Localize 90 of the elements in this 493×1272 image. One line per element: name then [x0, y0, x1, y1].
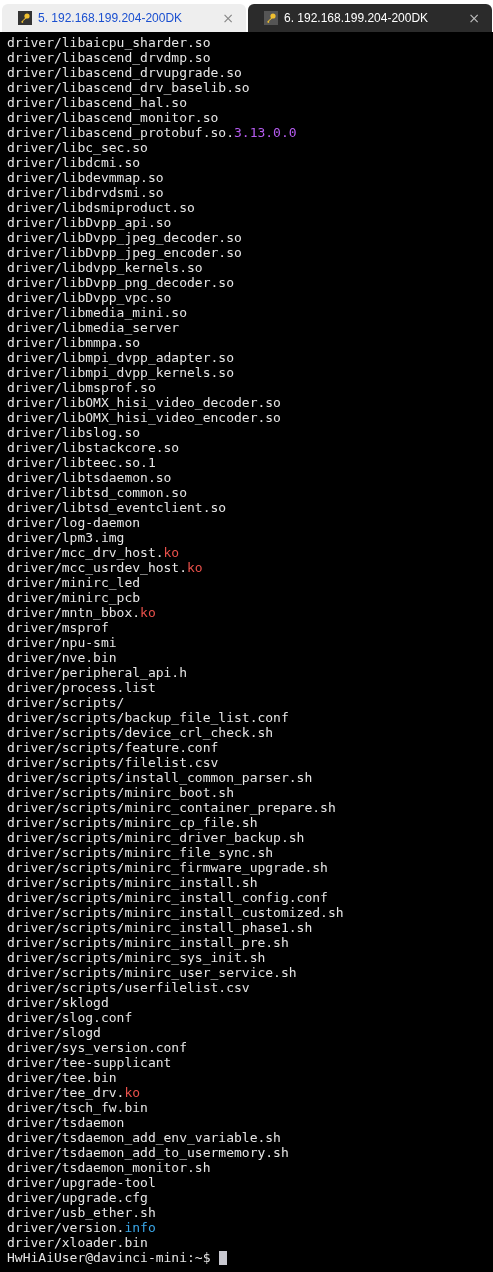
- terminal-line: driver/scripts/backup_file_list.conf: [7, 710, 290, 725]
- tab-title: 6. 192.168.199.204-200DK: [284, 10, 430, 27]
- tab-title: 5. 192.168.199.204-200DK: [38, 10, 184, 27]
- session-tab[interactable]: 5. 192.168.199.204-200DK ×: [2, 4, 246, 32]
- terminal-line: driver/mcc_usrdev_host.ko: [7, 560, 204, 575]
- terminal-line: driver/libOMX_hisi_video_encoder.so: [7, 410, 282, 425]
- terminal-line: driver/tsdaemon_add_to_usermemory.sh: [7, 1145, 290, 1160]
- terminal-line: driver/libtsd_common.so: [7, 485, 188, 500]
- terminal-line: driver/libDvpp_jpeg_decoder.so: [7, 230, 243, 245]
- terminal-line: driver/sklogd: [7, 995, 110, 1010]
- terminal-line: driver/libmedia_server: [7, 320, 181, 335]
- terminal-line: driver/mcc_drv_host.ko: [7, 545, 181, 560]
- terminal-line: driver/slogd: [7, 1025, 102, 1040]
- terminal-line: driver/minirc_led: [7, 575, 142, 590]
- terminal-line: driver/scripts/: [7, 695, 126, 710]
- terminal-line: driver/log-daemon: [7, 515, 142, 530]
- terminal-line: driver/xloader.bin: [7, 1235, 149, 1250]
- terminal-line: driver/slog.conf: [7, 1010, 134, 1025]
- terminal-line: driver/nve.bin: [7, 650, 118, 665]
- key-icon: [18, 11, 32, 25]
- terminal-line: driver/libstackcore.so: [7, 440, 181, 455]
- terminal-line: driver/scripts/filelist.csv: [7, 755, 220, 770]
- terminal-line: driver/libmsprof.so: [7, 380, 157, 395]
- terminal-line: driver/libtsd_eventclient.so: [7, 500, 228, 515]
- terminal-line: driver/minirc_pcb: [7, 590, 142, 605]
- terminal-line: driver/usb_ether.sh: [7, 1205, 157, 1220]
- terminal-line: driver/libDvpp_jpeg_encoder.so: [7, 245, 243, 260]
- terminal-line: driver/libascend_drv_baselib.so: [7, 80, 251, 95]
- terminal-line: driver/libmedia_mini.so: [7, 305, 188, 320]
- shell-prompt: HwHiAiUser@davinci-mini:~$: [7, 1250, 211, 1265]
- key-icon: [264, 11, 278, 25]
- terminal-line: driver/libc_sec.so: [7, 140, 149, 155]
- terminal-line: driver/scripts/feature.conf: [7, 740, 220, 755]
- session-tab[interactable]: 6. 192.168.199.204-200DK ×: [248, 4, 492, 32]
- terminal-line: driver/libascend_hal.so: [7, 95, 188, 110]
- terminal-line: driver/libascend_monitor.so: [7, 110, 220, 125]
- terminal-line: driver/scripts/minirc_user_service.sh: [7, 965, 298, 980]
- terminal-line: driver/upgrade-tool: [7, 1175, 157, 1190]
- terminal-line: driver/scripts/minirc_install_customized.sh: [7, 905, 345, 920]
- close-icon[interactable]: ×: [468, 7, 480, 29]
- terminal-line: driver/libDvpp_vpc.so: [7, 290, 173, 305]
- terminal-line: driver/tsch_fw.bin: [7, 1100, 149, 1115]
- terminal-line: driver/libDvpp_api.so: [7, 215, 173, 230]
- terminal-line: driver/tee-supplicant: [7, 1055, 173, 1070]
- terminal-line: driver/libascend_protobuf.so.3.13.0.0: [7, 125, 298, 140]
- terminal-line: driver/scripts/minirc_install.sh: [7, 875, 259, 890]
- terminal-line: driver/scripts/minirc_install_phase1.sh: [7, 920, 314, 935]
- terminal-line: driver/libaicpu_sharder.so: [7, 35, 212, 50]
- terminal-line: driver/peripheral_api.h: [7, 665, 188, 680]
- terminal-line: driver/scripts/minirc_container_prepare.sh: [7, 800, 337, 815]
- terminal-line: driver/libdsmiproduct.so: [7, 200, 196, 215]
- terminal-line: driver/tee.bin: [7, 1070, 118, 1085]
- terminal-line: driver/libmpi_dvpp_kernels.so: [7, 365, 235, 380]
- terminal-line: driver/scripts/minirc_install_config.conf: [7, 890, 329, 905]
- terminal-line: driver/npu-smi: [7, 635, 118, 650]
- terminal-line: driver/lpm3.img: [7, 530, 126, 545]
- terminal-line: driver/libdevmmap.so: [7, 170, 165, 185]
- terminal-line: driver/tee_drv.ko: [7, 1085, 142, 1100]
- terminal-line: driver/scripts/minirc_cp_file.sh: [7, 815, 259, 830]
- terminal-line: driver/tsdaemon_monitor.sh: [7, 1160, 212, 1175]
- terminal-line: driver/version.info: [7, 1220, 157, 1235]
- terminal-line: driver/msprof: [7, 620, 110, 635]
- terminal-line: driver/libteec.so.1: [7, 455, 157, 470]
- terminal-line: driver/scripts/minirc_install_pre.sh: [7, 935, 290, 950]
- terminal-line: driver/scripts/minirc_firmware_upgrade.sh: [7, 860, 329, 875]
- terminal-line: driver/scripts/minirc_boot.sh: [7, 785, 235, 800]
- terminal-line: driver/libtsdaemon.so: [7, 470, 173, 485]
- terminal-line: driver/scripts/minirc_sys_init.sh: [7, 950, 267, 965]
- terminal-line: driver/scripts/device_crl_check.sh: [7, 725, 275, 740]
- text-cursor: [218, 1250, 227, 1265]
- terminal-line: driver/libslog.so: [7, 425, 142, 440]
- terminal-line: driver/scripts/install_common_parser.sh: [7, 770, 314, 785]
- terminal-line: driver/process.list: [7, 680, 157, 695]
- terminal-line: driver/libmmpa.so: [7, 335, 142, 350]
- terminal-line: driver/libdrvdsmi.so: [7, 185, 165, 200]
- terminal-line: driver/libdvpp_kernels.so: [7, 260, 204, 275]
- terminal-line: driver/mntn_bbox.ko: [7, 605, 157, 620]
- terminal-line: driver/libascend_drvupgrade.so: [7, 65, 243, 80]
- terminal-line: driver/libdcmi.so: [7, 155, 142, 170]
- terminal-line: driver/scripts/userfilelist.csv: [7, 980, 251, 995]
- terminal-line: driver/libOMX_hisi_video_decoder.so: [7, 395, 282, 410]
- terminal-line: driver/upgrade.cfg: [7, 1190, 149, 1205]
- terminal-line: driver/sys_version.conf: [7, 1040, 188, 1055]
- terminal-line: driver/tsdaemon: [7, 1115, 126, 1130]
- terminal-line: driver/scripts/minirc_file_sync.sh: [7, 845, 275, 860]
- terminal-line: driver/libDvpp_png_decoder.so: [7, 275, 235, 290]
- terminal-line: driver/libmpi_dvpp_adapter.so: [7, 350, 235, 365]
- terminal-line: driver/libascend_drvdmp.so: [7, 50, 212, 65]
- terminal-line: driver/scripts/minirc_driver_backup.sh: [7, 830, 306, 845]
- terminal-line: driver/tsdaemon_add_env_variable.sh: [7, 1130, 282, 1145]
